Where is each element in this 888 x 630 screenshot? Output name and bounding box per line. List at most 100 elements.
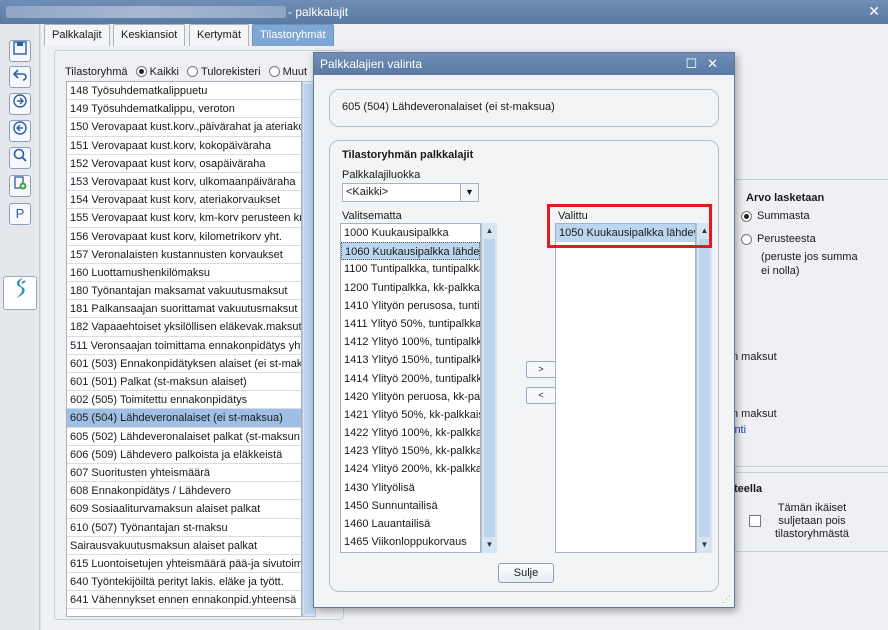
list-item[interactable]: 1410 Ylityön perusosa, tuntip (341, 297, 480, 315)
list-item[interactable]: 1465 Viikonloppukorvaus (341, 533, 480, 551)
list-item[interactable]: 511 Veronsaajan toimittama ennakonpidäty… (67, 337, 301, 355)
list-item[interactable]: 152 Verovapaat kust korv, osapäiväraha (67, 155, 301, 173)
undo-icon[interactable] (9, 66, 31, 88)
tilastoryhma-panel: Tilastoryhmä Kaikki Tulorekisteri Muut 1… (54, 50, 344, 620)
forward-icon[interactable] (9, 93, 31, 115)
add-selected-button[interactable]: > (526, 361, 556, 378)
save-icon[interactable] (9, 40, 31, 62)
list-item[interactable]: 180 Työnantajan maksamat vakuutusmaksut (67, 282, 301, 301)
close-dialog-button[interactable]: Sulje (498, 563, 554, 583)
list-item[interactable]: 157 Veronalaisten kustannusten korvaukse… (67, 246, 301, 264)
list-item[interactable]: 1413 Ylityö 150%, tuntipalkka (341, 351, 480, 369)
list-item[interactable]: 1412 Ylityö 100%, tuntipalkka (341, 333, 480, 351)
list-item[interactable]: 605 (504) Lähdeveronalaiset (ei st-maksu… (67, 409, 301, 428)
class-select[interactable]: <Kaikki> ▼ (342, 183, 479, 202)
list-item[interactable]: 153 Verovapaat kust korv, ulkomaanpäivär… (67, 173, 301, 192)
list-item[interactable]: 641 Vähennykset ennen ennakonpid.yhteens… (67, 591, 301, 610)
available-list[interactable]: 1000 Kuukausipalkka 1060 Kuukausipalkka l… (340, 223, 481, 553)
p-icon[interactable]: P (9, 203, 31, 225)
list-item[interactable]: 150 Verovapaat kust.korv.,päivärahat ja … (67, 118, 301, 137)
list-item[interactable]: 151 Verovapaat kust.korv, kokopäiväraha (67, 137, 301, 155)
list-item[interactable]: 610 (507) Työnantajan st-maksu (67, 519, 301, 537)
list-item[interactable]: 1414 Ylityö 200%, tuntipalkka (341, 370, 480, 388)
maksut-label-2: n maksut (732, 408, 777, 420)
radio-muut-label: Muut (282, 66, 308, 78)
list-item[interactable]: 1424 Ylityö 200%, kk-palkka (341, 460, 480, 478)
left-toolbar: P (0, 24, 40, 630)
list-item[interactable]: 154 Verovapaat kust korv, ateriakorvauks… (67, 191, 301, 210)
list-item[interactable]: 1200 Tuntipalkka, kk-palkkai (341, 279, 480, 297)
list-item[interactable]: 1411 Ylityö 50%, tuntipalkka (341, 315, 480, 333)
dialog-title: Palkkalajien valinta (320, 57, 423, 71)
list-item[interactable]: 1100 Tuntipalkka, tuntipalkka (341, 260, 480, 278)
chevron-down-icon[interactable]: ▼ (460, 184, 478, 201)
search-icon[interactable] (9, 147, 31, 169)
radio-summasta[interactable] (741, 211, 752, 222)
tab-keskiansiot[interactable]: Keskiansiot (113, 24, 186, 46)
list-item[interactable]: 640 Työntekijöiltä perityt lakis. eläke … (67, 573, 301, 592)
list-item[interactable]: 1422 Ylityö 100%, kk-palkka (341, 424, 480, 442)
resize-grip-icon[interactable]: ⋰ (722, 594, 731, 605)
list-item[interactable]: 1460 Lauantailisä (341, 515, 480, 533)
dialog-titlebar: Palkkalajien valinta ☐✕ (314, 53, 734, 75)
add-page-icon[interactable] (9, 175, 31, 197)
list-item[interactable]: 181 Palkansaajan suorittamat vakuutusmak… (67, 300, 301, 319)
group-title: Tilastoryhmän palkkalajit (342, 149, 474, 161)
list-item[interactable]: 605 (502) Lähdeveronalaiset palkat (st-m… (67, 428, 301, 446)
tab-kertymat[interactable]: Kertymät (189, 24, 250, 46)
available-label: Valitsematta (342, 210, 402, 222)
list-item[interactable]: 607 Suoritusten yhteismäärä (67, 464, 301, 483)
list-item[interactable]: 609 Sosiaaliturvamaksun alaiset palkat (67, 500, 301, 519)
list-item[interactable]: 148 Työsuhdematkalippuetu (67, 82, 301, 101)
list-item[interactable]: 155 Verovapaat kust korv, km-korv perust… (67, 209, 301, 228)
radio-kaikki-label: Kaikki (149, 66, 179, 78)
list-item[interactable]: 606 (509) Lähdevero palkoista ja eläkkei… (67, 446, 301, 464)
arvo-title: Arvo lasketaan (746, 192, 825, 204)
tab-palkkalajit[interactable]: Palkkalajit (44, 24, 110, 46)
back-icon[interactable] (9, 120, 31, 142)
radio-tulorekisteri-label: Tulorekisteri (201, 66, 261, 78)
selected-group-name: 605 (504) Lähdeveronalaiset (ei st-maksu… (342, 101, 555, 113)
tilastoryhma-list[interactable]: 148 Työsuhdematkalippuetu 149 Työsuhdemat… (66, 81, 302, 617)
remove-selected-button[interactable]: < (526, 387, 556, 404)
window-titlebar: - palkkalajit ✕ (0, 0, 888, 24)
list-item[interactable]: 156 Verovapaat kust korv, kilometrikorv … (67, 228, 301, 246)
window-title: - palkkalajit (288, 5, 349, 19)
chosen-list[interactable]: 1050 Kuukausipalkka lähdev (555, 223, 696, 553)
list-item[interactable]: 608 Ennakonpidätys / Lähdevero (67, 482, 301, 501)
chosen-list-scrollbar[interactable]: ▲ ▼ (696, 223, 712, 553)
radio-tulorekisteri[interactable] (187, 66, 199, 77)
filter-label: Tilastoryhmä (65, 66, 128, 78)
list-item[interactable]: 1423 Ylityö 150%, kk-palkka (341, 442, 480, 460)
maksut-label-1: n maksut (732, 351, 777, 363)
list-item[interactable]: 615 Luontoisetujen yhteismäärä pää-ja si… (67, 555, 301, 574)
list-item[interactable]: 1421 Ylityö 50%, kk-palkkais (341, 406, 480, 424)
scroll-down-icon[interactable]: ▼ (697, 537, 712, 553)
list-item[interactable]: 601 (503) Ennakonpidätyksen alaiset (ei … (67, 355, 301, 373)
radio-kaikki[interactable] (135, 66, 147, 77)
scroll-up-icon[interactable]: ▲ (482, 223, 497, 239)
list-item[interactable]: 1420 Ylityön peruosa, kk-palk (341, 388, 480, 406)
available-list-scrollbar[interactable]: ▲ ▼ (481, 223, 497, 553)
list-item[interactable]: 1430 Ylityölisä (341, 479, 480, 497)
list-item[interactable]: 1450 Sunnuntailisä (341, 497, 480, 515)
list-item[interactable]: 149 Työsuhdematkalippu, veroton (67, 100, 301, 119)
list-item[interactable]: 601 (501) Palkat (st-maksun alaiset) (67, 373, 301, 392)
arvo-panel: Arvo lasketaan Summasta Perusteesta (per… (714, 179, 888, 467)
dialog-close-icon[interactable]: ✕ (707, 56, 728, 71)
app-logo-icon[interactable] (3, 276, 37, 310)
scroll-down-icon[interactable]: ▼ (482, 537, 497, 553)
list-item[interactable]: Sairausvakuutusmaksun alaiset palkat (67, 537, 301, 555)
list-item[interactable]: 1000 Kuukausipalkka (341, 224, 480, 242)
radio-perusteesta[interactable] (741, 234, 752, 245)
exclude-age-checkbox[interactable] (749, 515, 761, 527)
class-select-value: <Kaikki> (346, 186, 389, 198)
list-item[interactable]: 602 (505) Toimitettu ennakonpidätys (67, 391, 301, 410)
window-close-icon[interactable]: ✕ (868, 3, 880, 20)
list-item[interactable]: 182 Vapaaehtoiset yksilöllisen eläkevak.… (67, 318, 301, 337)
tab-tilastoryhmat[interactable]: Tilastoryhmät (252, 24, 334, 46)
list-item[interactable]: 160 Luottamushenkilömaksu (67, 264, 301, 283)
list-item[interactable]: 1060 Kuukausipalkka lähdev (341, 242, 480, 261)
maximize-icon[interactable]: ☐ (685, 56, 707, 71)
radio-muut[interactable] (268, 66, 280, 77)
